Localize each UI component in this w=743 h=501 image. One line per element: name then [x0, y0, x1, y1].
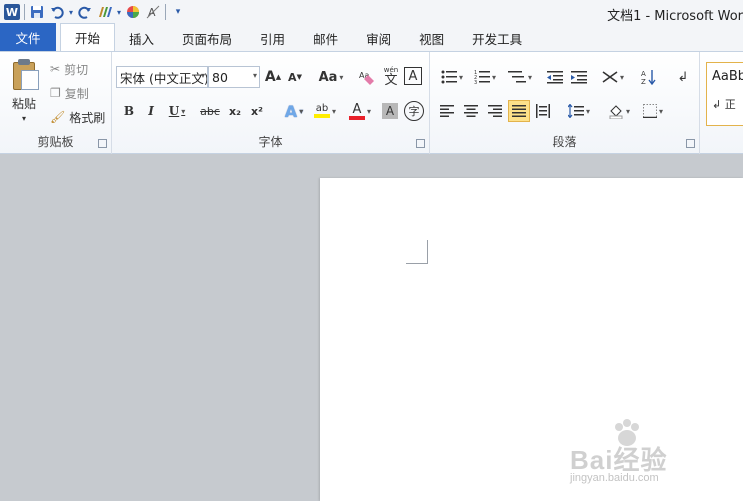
margin-corner-mark	[406, 240, 428, 264]
clipboard-group-label: 剪贴板	[37, 135, 74, 149]
tab-file[interactable]: 文件	[0, 23, 56, 51]
save-icon[interactable]	[27, 2, 47, 22]
character-shading-button[interactable]: A	[382, 103, 398, 119]
chinese-layout-button[interactable]	[598, 66, 628, 88]
qat-separator	[165, 4, 166, 20]
shrink-font-button[interactable]: A ▼	[286, 66, 304, 88]
bullets-button[interactable]	[438, 66, 466, 88]
style-sample: AaBb	[712, 69, 743, 84]
multilevel-list-button[interactable]	[504, 66, 536, 88]
phonetic-guide-button[interactable]: wén 文	[380, 64, 402, 90]
word-icon[interactable]: W	[4, 4, 20, 20]
font-size-dropdown-icon[interactable]: ▾	[253, 71, 257, 80]
qat-separator	[24, 4, 25, 20]
tab-review[interactable]: 审阅	[352, 25, 405, 51]
svg-text:A: A	[641, 70, 646, 78]
ribbon: 粘贴 ▾ ✂ 剪切 ❐ 复制 🖌 格式刷 剪贴板 宋体 (中文正文) ▾ 80 …	[0, 52, 743, 154]
clear-format-icon[interactable]: A	[143, 2, 163, 22]
align-right-button[interactable]	[484, 100, 506, 122]
underline-button[interactable]: U	[164, 100, 190, 122]
align-center-button[interactable]	[460, 100, 482, 122]
show-hide-marks-button[interactable]: ↲	[672, 66, 694, 88]
scissors-icon: ✂	[50, 62, 61, 76]
subscript-button[interactable]: x₂	[226, 100, 244, 122]
copy-button[interactable]: ❐ 复制	[50, 84, 89, 102]
clipboard-launcher-icon[interactable]	[98, 139, 107, 148]
increase-indent-button[interactable]	[568, 66, 590, 88]
font-group-label: 字体	[258, 135, 283, 149]
quick-access-toolbar: W ▾ ▾ A ▾	[0, 0, 188, 24]
shading-button[interactable]	[604, 100, 634, 122]
justify-button[interactable]	[508, 100, 530, 122]
bold-button[interactable]: B	[120, 100, 138, 122]
undo-dropdown-icon[interactable]: ▾	[67, 2, 75, 22]
font-name-dropdown-icon[interactable]: ▾	[201, 71, 205, 80]
paragraph-launcher-icon[interactable]	[686, 139, 695, 148]
highlight-color-bar	[313, 114, 330, 118]
line-spacing-button[interactable]	[564, 100, 594, 122]
font-color-button[interactable]: A	[346, 100, 374, 122]
format-painter-button[interactable]: 🖌 格式刷	[50, 108, 105, 126]
customize-icon[interactable]: ▾	[168, 2, 188, 22]
copy-icon: ❐	[50, 86, 61, 100]
tab-view[interactable]: 视图	[405, 25, 458, 51]
tab-developer[interactable]: 开发工具	[458, 25, 536, 51]
brush-icon: 🖌	[50, 110, 66, 124]
font-launcher-icon[interactable]	[416, 139, 425, 148]
styles-gallery-item[interactable]: AaBb ↲ 正	[706, 62, 743, 126]
format-painter-dropdown-icon[interactable]: ▾	[115, 2, 123, 22]
change-case-button[interactable]: Aa	[316, 66, 346, 88]
highlight-button[interactable]: ab	[310, 100, 340, 122]
align-left-button[interactable]	[436, 100, 458, 122]
font-color-bar	[348, 115, 365, 120]
numbering-button[interactable]: 123	[470, 66, 500, 88]
font-size-combo[interactable]: 80 ▾	[208, 66, 260, 88]
tab-insert[interactable]: 插入	[115, 25, 168, 51]
paste-dropdown-icon[interactable]: ▾	[18, 112, 30, 124]
tab-references[interactable]: 引用	[246, 25, 299, 51]
ribbon-tabs: 文件 开始 插入 页面布局 引用 邮件 审阅 视图 开发工具	[0, 23, 743, 52]
superscript-button[interactable]: x²	[248, 100, 266, 122]
decrease-indent-button[interactable]	[544, 66, 566, 88]
strikethrough-button[interactable]: abc	[198, 100, 222, 122]
clipboard-group: 粘贴 ▾ ✂ 剪切 ❐ 复制 🖌 格式刷 剪贴板	[0, 52, 112, 154]
format-painter-icon[interactable]	[95, 2, 115, 22]
paragraph-group: 123 AZ ↲	[430, 52, 700, 154]
grow-font-button[interactable]: A ▲	[264, 66, 282, 88]
cut-button[interactable]: ✂ 剪切	[50, 60, 88, 78]
svg-text:3: 3	[474, 80, 477, 84]
character-border-button[interactable]: A	[404, 67, 422, 85]
tab-page-layout[interactable]: 页面布局	[168, 25, 246, 51]
paragraph-group-label: 段落	[552, 135, 577, 149]
paste-button[interactable]: 粘贴	[6, 94, 42, 112]
enclose-characters-button[interactable]: 字	[404, 101, 424, 121]
distributed-button[interactable]	[532, 100, 554, 122]
font-name-combo[interactable]: 宋体 (中文正文) ▾	[116, 66, 208, 88]
paste-icon[interactable]	[10, 58, 40, 92]
borders-button[interactable]	[638, 100, 668, 122]
tab-mailings[interactable]: 邮件	[299, 25, 352, 51]
title-bar: W ▾ ▾ A ▾ 文档1 - Microsoft Wor	[0, 0, 743, 24]
redo-icon[interactable]	[75, 2, 95, 22]
undo-icon[interactable]	[47, 2, 67, 22]
tab-home[interactable]: 开始	[60, 23, 116, 51]
font-group: 宋体 (中文正文) ▾ 80 ▾ A▲ A▼ Aa Aa wén 文 A B I…	[112, 52, 430, 154]
style-name: ↲ 正	[712, 98, 736, 111]
color-wheel-icon[interactable]	[123, 2, 143, 22]
svg-text:Z: Z	[641, 78, 646, 85]
window-title: 文档1 - Microsoft Wor	[607, 9, 743, 24]
sort-button[interactable]: AZ	[638, 66, 660, 88]
baidu-watermark: Bai经验 jingyan.baidu.com	[570, 418, 740, 488]
clear-formatting-button[interactable]: Aa	[356, 66, 378, 88]
italic-button[interactable]: I	[142, 100, 160, 122]
text-effects-button[interactable]: A	[280, 100, 308, 122]
watermark-url: jingyan.baidu.com	[570, 472, 659, 484]
